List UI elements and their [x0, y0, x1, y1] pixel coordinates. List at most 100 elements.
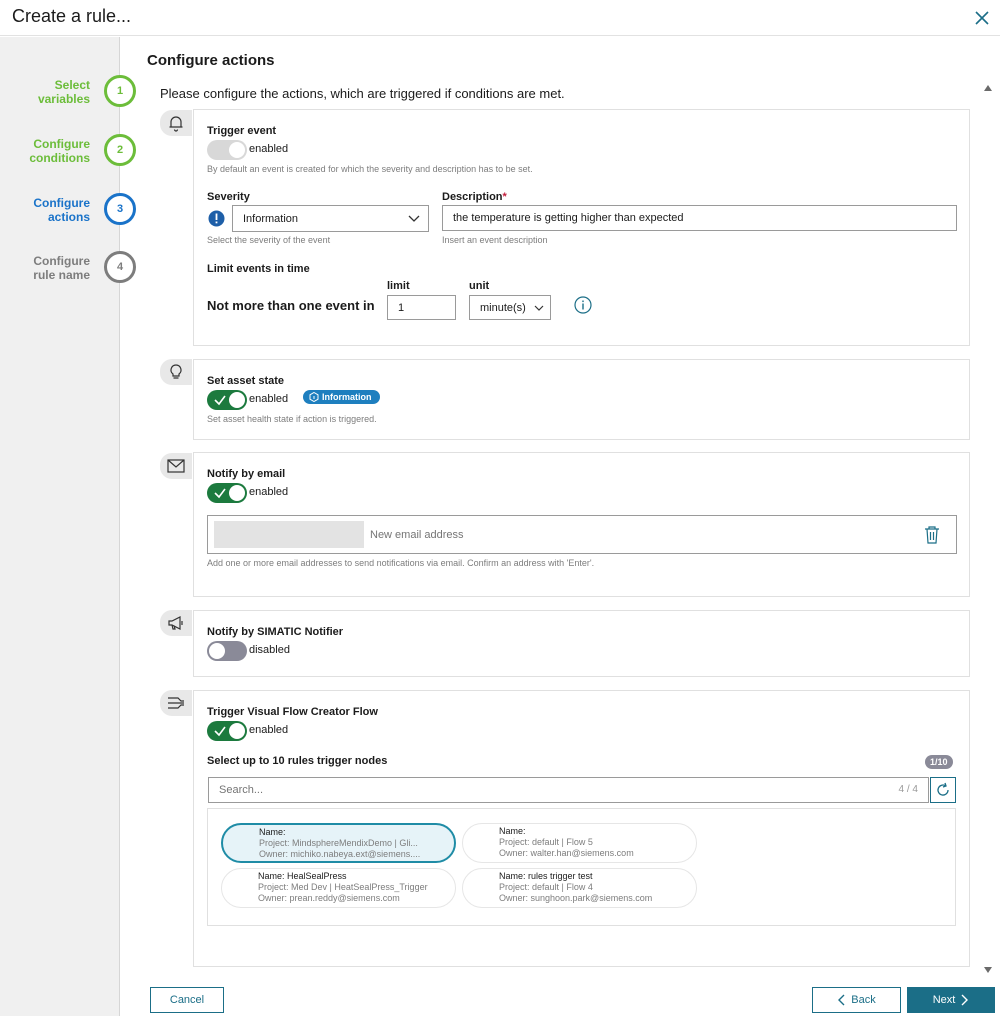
- cancel-label: Cancel: [169, 994, 205, 1006]
- flow-name: Name:: [499, 826, 526, 836]
- bell-icon: [160, 110, 192, 136]
- step-configure-rule-name[interactable]: Configure rule name 4: [0, 251, 136, 291]
- info-severity-icon: [208, 210, 225, 227]
- refresh-icon: [937, 782, 949, 796]
- asset-state-toggle[interactable]: [207, 390, 247, 410]
- selection-count-badge: 1/10: [925, 755, 953, 769]
- page-title: Configure actions: [147, 52, 275, 69]
- limit-events-text: Not more than one event in: [207, 298, 375, 313]
- back-button[interactable]: Back: [812, 987, 901, 1013]
- list-item[interactable]: Name: HealSealPress Project: Med Dev | H…: [221, 868, 456, 908]
- scroll-up-icon[interactable]: [983, 84, 993, 92]
- status-badge-label: Information: [322, 392, 372, 402]
- email-input[interactable]: [207, 515, 957, 554]
- megaphone-icon: [160, 610, 192, 636]
- page-intro: Please configure the actions, which are …: [160, 86, 565, 101]
- chevron-down-icon: [534, 305, 544, 311]
- scrollbar[interactable]: [982, 84, 994, 974]
- search-result-count: 4 / 4: [898, 784, 918, 795]
- limit-input[interactable]: 1: [387, 295, 456, 320]
- refresh-button[interactable]: [930, 777, 956, 803]
- email-new-address[interactable]: [370, 528, 870, 541]
- flow-owner: Owner: walter.han@siemens.com: [499, 848, 634, 858]
- trigger-event-title: Trigger event: [207, 125, 277, 137]
- severity-hint: Select the severity of the event: [207, 235, 331, 245]
- asset-state-title: Set asset state: [207, 375, 285, 387]
- chevron-right-icon: [961, 994, 969, 1006]
- scroll-down-icon[interactable]: [983, 966, 993, 974]
- close-icon[interactable]: [972, 8, 992, 28]
- unit-label: unit: [469, 280, 490, 292]
- step-label: Configure conditions: [29, 137, 90, 165]
- flow-owner: Owner: sunghoon.park@siemens.com: [499, 893, 653, 903]
- step-number: 2: [104, 134, 136, 166]
- vfc-card: Trigger Visual Flow Creator Flow enabled…: [193, 690, 970, 967]
- step-number: 4: [104, 251, 136, 283]
- trigger-event-toggle-label: enabled: [249, 143, 289, 155]
- email-chip: [214, 521, 364, 548]
- flow-search-input[interactable]: 4 / 4: [208, 777, 929, 803]
- description-label: Description*: [442, 191, 507, 203]
- severity-select[interactable]: Information: [232, 205, 429, 232]
- flow-owner: Owner: michiko.nabeya.ext@siemens....: [259, 849, 421, 859]
- asset-state-hint: Set asset health state if action is trig…: [207, 414, 377, 424]
- trigger-event-toggle: [207, 140, 247, 160]
- description-input[interactable]: the temperature is getting higher than e…: [442, 205, 957, 231]
- vfc-title: Trigger Visual Flow Creator Flow: [207, 706, 378, 718]
- trigger-event-card: Trigger event enabled By default an even…: [193, 109, 970, 346]
- next-label: Next: [932, 994, 956, 1006]
- dialog-title: Create a rule...: [12, 6, 132, 26]
- next-button[interactable]: Next: [907, 987, 995, 1013]
- list-item[interactable]: Name: Project: MindsphereMendixDemo | Gl…: [221, 823, 456, 863]
- step-configure-actions[interactable]: Configure actions 3: [0, 193, 136, 233]
- required-marker: *: [502, 191, 507, 203]
- flow-project: Project: default | Flow 4: [499, 882, 593, 892]
- list-item[interactable]: Name: Project: default | Flow 5 Owner: w…: [462, 823, 697, 863]
- asset-state-card: Set asset state enabled Information Set …: [193, 359, 970, 440]
- unit-select[interactable]: minute(s): [469, 295, 551, 320]
- simatic-title: Notify by SIMATIC Notifier: [207, 626, 344, 638]
- step-label: Configure rule name: [33, 254, 90, 282]
- description-value: the temperature is getting higher than e…: [453, 212, 684, 224]
- trash-icon[interactable]: [924, 526, 940, 544]
- flow-name: Name:: [259, 827, 286, 837]
- back-label: Back: [851, 994, 876, 1006]
- chevron-left-icon: [838, 994, 845, 1006]
- mail-icon: [160, 453, 192, 479]
- dialog-titlebar: Create a rule...: [0, 0, 1000, 36]
- asset-state-toggle-label: enabled: [249, 393, 289, 405]
- severity-label: Severity: [207, 191, 250, 203]
- limit-value: 1: [398, 301, 405, 314]
- trigger-event-hint: By default an event is created for which…: [207, 164, 533, 174]
- lightbulb-icon: [160, 359, 192, 385]
- wizard-steps-sidebar: Select variables 1 Configure conditions …: [0, 37, 136, 1016]
- email-title: Notify by email: [207, 468, 286, 480]
- step-select-variables[interactable]: Select variables 1: [0, 75, 136, 115]
- simatic-toggle[interactable]: [207, 641, 247, 661]
- flow-project: Project: default | Flow 5: [499, 837, 593, 847]
- email-card: Notify by email enabled Add one or more …: [193, 452, 970, 597]
- info-icon[interactable]: [574, 296, 592, 314]
- step-configure-conditions[interactable]: Configure conditions 2: [0, 134, 136, 174]
- email-toggle[interactable]: [207, 483, 247, 503]
- limit-events-title: Limit events in time: [207, 263, 310, 275]
- description-hint: Insert an event description: [442, 235, 548, 245]
- flow-search-field[interactable]: [219, 784, 819, 796]
- select-nodes-label: Select up to 10 rules trigger nodes: [207, 755, 388, 767]
- flow-project: Project: Med Dev | HeatSealPress_Trigger: [258, 882, 428, 892]
- flow-node-list: Name: Project: MindsphereMendixDemo | Gl…: [207, 808, 956, 926]
- step-label: Configure actions: [33, 196, 90, 224]
- hexagon-info-icon: [309, 392, 319, 402]
- email-hint: Add one or more email addresses to send …: [207, 558, 595, 568]
- step-number: 1: [104, 75, 136, 107]
- chevron-down-icon: [408, 215, 420, 222]
- vfc-toggle[interactable]: [207, 721, 247, 741]
- step-label: Select variables: [37, 78, 90, 106]
- unit-value: minute(s): [480, 301, 526, 314]
- severity-value: Information: [243, 212, 299, 225]
- flow-project: Project: MindsphereMendixDemo | Gli...: [259, 838, 418, 848]
- simatic-toggle-label: disabled: [249, 644, 290, 656]
- flow-name: Name: HealSealPress: [258, 871, 347, 881]
- list-item[interactable]: Name: rules trigger test Project: defaul…: [462, 868, 697, 908]
- cancel-button[interactable]: Cancel: [150, 987, 224, 1013]
